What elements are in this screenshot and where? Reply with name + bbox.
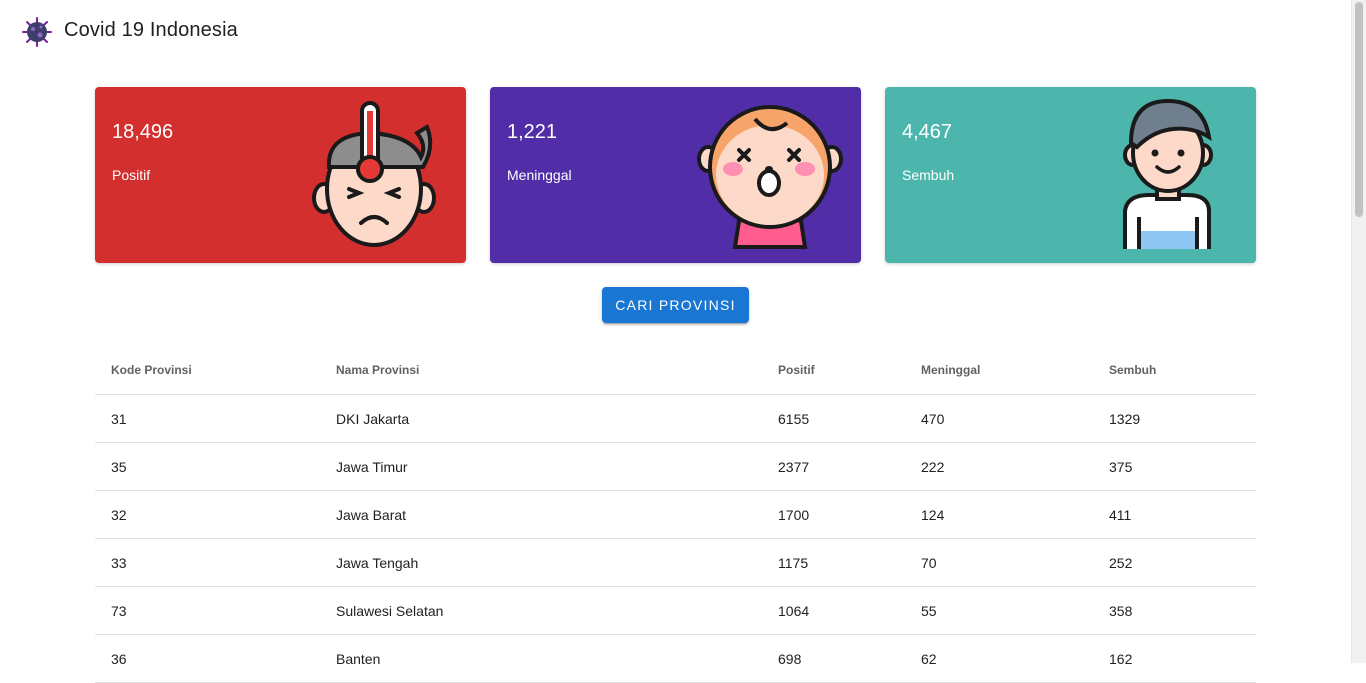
cell-positive: 698: [762, 634, 905, 683]
table-header-row: Kode Provinsi Nama Provinsi Positif Meni…: [95, 346, 1256, 395]
cell-positive: 2377: [762, 442, 905, 491]
app-title: Covid 19 Indonesia: [64, 19, 238, 41]
cell-death: 55: [905, 586, 1093, 635]
cell-province-name: Sulawesi Selatan: [320, 586, 762, 635]
cell-province-code: 32: [95, 490, 320, 539]
table-row: 32 Jawa Barat 1700 124 411: [95, 490, 1256, 539]
cell-recovered: 411: [1093, 490, 1256, 539]
cell-recovered: 252: [1093, 538, 1256, 587]
recovered-label: Sembuh: [902, 167, 955, 183]
cell-death: 62: [905, 634, 1093, 683]
recovered-card: 4,467 Sembuh: [885, 87, 1256, 263]
cell-death: 70: [905, 538, 1093, 587]
page-scrollbar[interactable]: [1351, 0, 1366, 663]
table-row: 31 DKI Jakarta 6155 470 1329: [95, 394, 1256, 443]
virus-icon: [22, 17, 52, 47]
cell-province-code: 31: [95, 394, 320, 443]
table-row: 33 Jawa Tengah 1175 70 252: [95, 538, 1256, 587]
recovered-count: 4,467: [902, 121, 953, 143]
dead-face-icon: [697, 105, 843, 249]
positive-count: 18,496: [112, 121, 174, 143]
cell-province-name: Banten: [320, 634, 762, 683]
cell-death: 470: [905, 394, 1093, 443]
death-count: 1,221: [507, 121, 558, 143]
cell-positive: 6155: [762, 394, 905, 443]
cell-death: 124: [905, 490, 1093, 539]
cell-positive: 1175: [762, 538, 905, 587]
header-province-code[interactable]: Kode Provinsi: [95, 346, 320, 395]
header-recovered[interactable]: Sembuh: [1093, 346, 1256, 395]
cell-recovered: 358: [1093, 586, 1256, 635]
cell-province-code: 33: [95, 538, 320, 587]
cell-province-code: 73: [95, 586, 320, 635]
death-card: 1,221 Meninggal: [490, 87, 861, 263]
province-table: Kode Provinsi Nama Provinsi Positif Meni…: [95, 346, 1256, 683]
cell-recovered: 1329: [1093, 394, 1256, 443]
cell-province-name: Jawa Timur: [320, 442, 762, 491]
header-death[interactable]: Meninggal: [905, 346, 1093, 395]
sick-fever-face-icon: [312, 101, 436, 247]
cell-death: 222: [905, 442, 1093, 491]
recovered-person-icon: [1123, 98, 1213, 249]
cell-positive: 1064: [762, 586, 905, 635]
cell-province-name: Jawa Tengah: [320, 538, 762, 587]
cell-recovered: 162: [1093, 634, 1256, 683]
cell-province-name: DKI Jakarta: [320, 394, 762, 443]
app-bar: Covid 19 Indonesia: [0, 0, 1351, 64]
header-province-name[interactable]: Nama Provinsi: [320, 346, 762, 395]
cell-province-name: Jawa Barat: [320, 490, 762, 539]
positive-card: 18,496 Positif: [95, 87, 466, 263]
table-row: 36 Banten 698 62 162: [95, 634, 1256, 683]
cell-recovered: 375: [1093, 442, 1256, 491]
header-positive[interactable]: Positif: [762, 346, 905, 395]
cell-positive: 1700: [762, 490, 905, 539]
scrollbar-thumb[interactable]: [1355, 2, 1363, 217]
search-province-button[interactable]: CARI PROVINSI: [602, 287, 749, 323]
cell-province-code: 35: [95, 442, 320, 491]
table-row: 73 Sulawesi Selatan 1064 55 358: [95, 586, 1256, 635]
positive-label: Positif: [112, 167, 151, 183]
death-label: Meninggal: [507, 167, 572, 183]
table-row: 35 Jawa Timur 2377 222 375: [95, 442, 1256, 491]
cell-province-code: 36: [95, 634, 320, 683]
